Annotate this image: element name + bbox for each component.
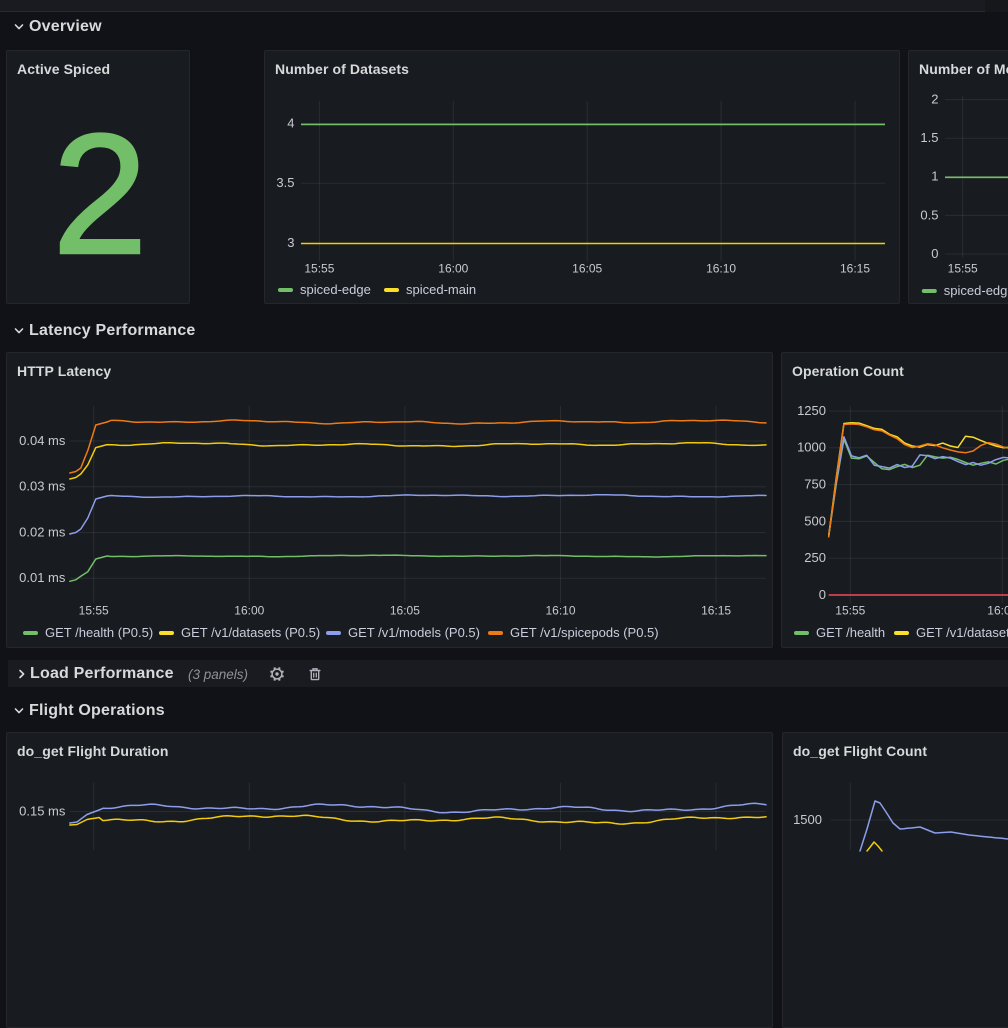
svg-text:16:05: 16:05 — [390, 604, 420, 618]
svg-text:16:15: 16:15 — [701, 604, 731, 618]
svg-text:GET /health: GET /health — [816, 625, 885, 640]
svg-text:15:55: 15:55 — [79, 604, 109, 618]
svg-text:16:10: 16:10 — [545, 604, 575, 618]
svg-text:1000: 1000 — [797, 440, 826, 455]
svg-text:16:10: 16:10 — [706, 262, 736, 276]
svg-text:spiced-edge: spiced-edge — [944, 283, 1008, 298]
svg-text:GET /v1/models (P0.5): GET /v1/models (P0.5) — [348, 625, 480, 640]
svg-text:15:55: 15:55 — [304, 262, 334, 276]
svg-text:spiced-edge: spiced-edge — [300, 282, 371, 297]
svg-text:0.04 ms: 0.04 ms — [19, 433, 66, 448]
svg-text:15:55: 15:55 — [835, 604, 865, 618]
svg-text:4: 4 — [287, 115, 294, 130]
svg-text:1.5: 1.5 — [920, 130, 938, 145]
svg-text:1250: 1250 — [797, 403, 826, 418]
svg-text:0.03 ms: 0.03 ms — [19, 479, 66, 494]
svg-text:750: 750 — [804, 477, 826, 492]
svg-text:250: 250 — [804, 550, 826, 565]
svg-text:2: 2 — [931, 92, 938, 107]
svg-text:GET /health (P0.5): GET /health (P0.5) — [45, 625, 153, 640]
svg-text:16:00: 16:00 — [234, 604, 264, 618]
svg-text:16:00: 16:00 — [438, 262, 468, 276]
svg-text:GET /v1/datasets (P0.5): GET /v1/datasets (P0.5) — [181, 625, 320, 640]
svg-text:15:55: 15:55 — [948, 262, 978, 276]
svg-text:16:15: 16:15 — [840, 262, 870, 276]
svg-text:500: 500 — [804, 513, 826, 528]
svg-text:0.01 ms: 0.01 ms — [19, 570, 66, 585]
svg-text:3: 3 — [287, 235, 294, 250]
svg-text:0: 0 — [819, 587, 826, 602]
svg-text:0.02 ms: 0.02 ms — [19, 525, 66, 540]
svg-text:0.15 ms: 0.15 ms — [19, 803, 66, 818]
svg-text:1: 1 — [931, 169, 938, 184]
svg-text:0: 0 — [931, 246, 938, 261]
svg-text:spiced-main: spiced-main — [406, 282, 476, 297]
svg-text:3.5: 3.5 — [276, 175, 294, 190]
svg-text:0.5: 0.5 — [920, 207, 938, 222]
svg-text:16:05: 16:05 — [572, 262, 602, 276]
svg-text:GET /v1/spicepods (P0.5): GET /v1/spicepods (P0.5) — [510, 625, 659, 640]
svg-text:GET /v1/datasets: GET /v1/datasets — [916, 625, 1008, 640]
svg-text:1500: 1500 — [793, 812, 822, 827]
svg-text:16:00: 16:00 — [987, 604, 1008, 618]
